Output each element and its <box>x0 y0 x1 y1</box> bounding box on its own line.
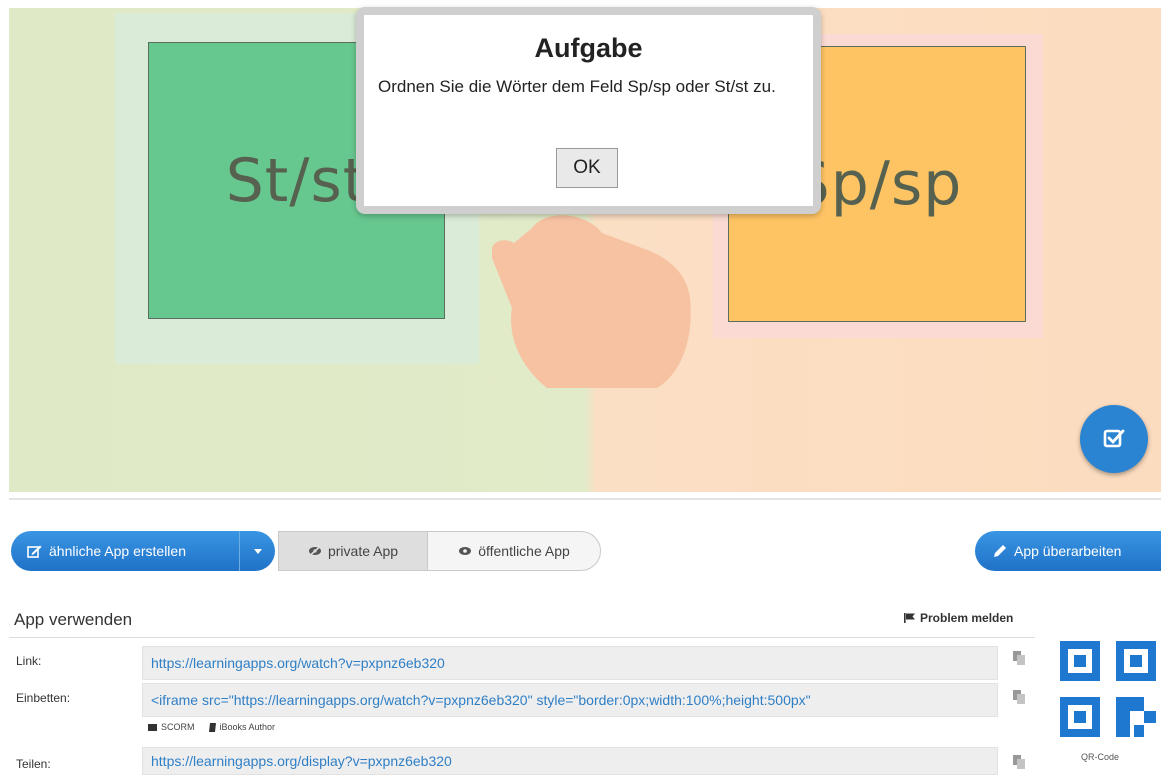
task-dialog: Aufgabe Ordnen Sie die Wörter dem Feld S… <box>356 7 821 214</box>
flag-icon <box>904 613 915 623</box>
link-field[interactable]: https://learningapps.org/watch?v=pxpnz6e… <box>142 646 998 680</box>
check-icon <box>1103 429 1125 448</box>
book-icon <box>208 722 216 732</box>
caret-down-icon <box>253 548 262 554</box>
private-app-label: private App <box>327 543 399 559</box>
scorm-label: SCORM <box>161 722 195 732</box>
ibooks-label: iBooks Author <box>219 722 276 732</box>
edit-app-button[interactable]: App überarbeiten <box>975 531 1161 571</box>
create-similar-app-label: ähnliche App erstellen <box>49 543 186 559</box>
create-options-dropdown[interactable] <box>239 531 275 571</box>
copy-icon[interactable] <box>1013 690 1025 704</box>
eye-slash-icon <box>308 546 321 556</box>
copy-icon[interactable] <box>1013 651 1025 665</box>
share-field[interactable]: https://learningapps.org/display?v=pxpnz… <box>142 747 998 775</box>
dialog-title: Aufgabe <box>534 33 643 63</box>
section-divider <box>9 637 1035 638</box>
share-label: Teilen: <box>16 757 51 771</box>
copy-icon[interactable] <box>1013 755 1025 769</box>
create-similar-app-button[interactable]: ähnliche App erstellen <box>11 531 239 571</box>
private-app-toggle[interactable]: private App <box>279 532 428 570</box>
dialog-message: Ordnen Sie die Wörter dem Feld Sp/sp ode… <box>378 77 776 96</box>
scorm-link[interactable]: SCORM <box>148 722 195 732</box>
edit-square-icon <box>27 545 42 558</box>
eye-icon <box>459 547 472 555</box>
embed-field[interactable]: <iframe src="https://learningapps.org/wa… <box>142 683 998 717</box>
report-problem-link[interactable]: Problem melden <box>904 611 1013 625</box>
embed-label: Einbetten: <box>16 691 71 705</box>
public-app-label: öffentliche App <box>478 543 570 559</box>
section-title: App verwenden <box>14 610 133 629</box>
package-icon <box>148 723 157 731</box>
hand-illustration <box>492 215 691 388</box>
check-answer-button[interactable] <box>1080 405 1148 473</box>
report-problem-label: Problem melden <box>920 611 1014 625</box>
visibility-toggle: private App öffentliche App <box>278 531 601 571</box>
ok-button[interactable]: OK <box>556 148 618 188</box>
drop-zone-st-label: St/st <box>225 145 368 216</box>
pencil-icon <box>994 545 1006 557</box>
qr-code-icon[interactable] <box>1058 639 1158 739</box>
edit-app-label: App überarbeiten <box>1014 543 1122 559</box>
export-links: SCORM iBooks Author <box>148 722 275 732</box>
divider <box>9 498 1161 500</box>
qr-code-label: QR-Code <box>1081 752 1120 762</box>
link-label: Link: <box>16 654 42 668</box>
ibooks-link[interactable]: iBooks Author <box>208 722 276 732</box>
public-app-toggle[interactable]: öffentliche App <box>428 532 600 570</box>
